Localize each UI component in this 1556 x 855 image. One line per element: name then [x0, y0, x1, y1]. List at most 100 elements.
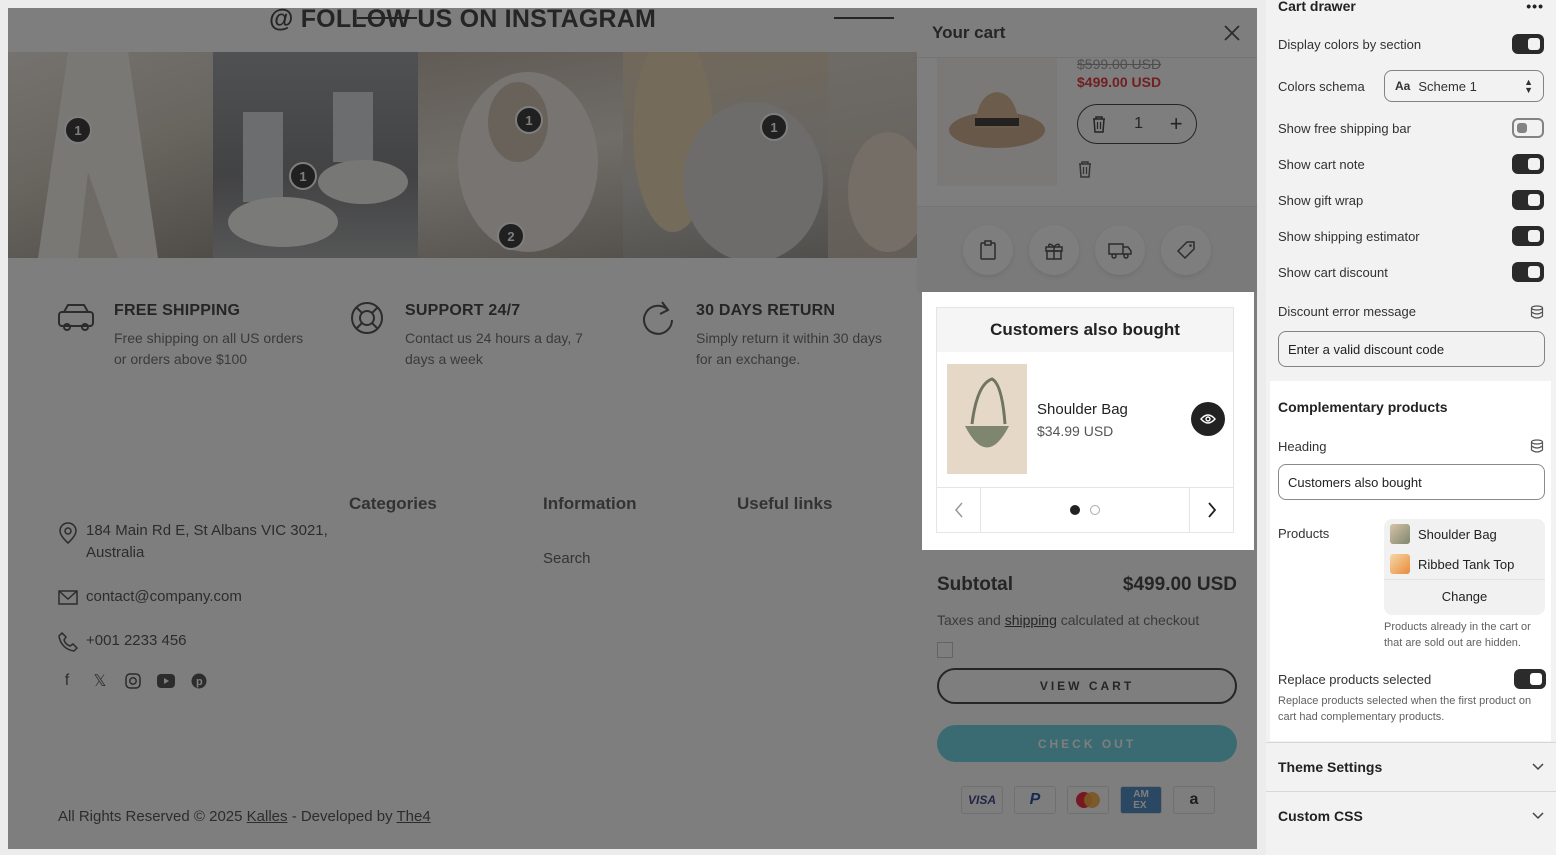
dynamic-source-icon[interactable] — [1530, 304, 1544, 319]
next-button[interactable] — [1189, 487, 1233, 533]
dynamic-source-icon[interactable] — [1530, 439, 1544, 453]
instagram-icon[interactable] — [124, 672, 142, 690]
return-icon — [643, 301, 673, 335]
close-icon[interactable] — [1222, 23, 1242, 43]
prev-button[interactable] — [937, 487, 981, 533]
instagram-photo[interactable]: 1 — [623, 52, 828, 258]
instagram-photo[interactable] — [828, 52, 917, 258]
quick-view-button[interactable] — [1191, 402, 1225, 436]
product-pin[interactable]: 1 — [64, 116, 92, 144]
setting-free-shipping-bar: Show free shipping bar — [1278, 118, 1544, 138]
quantity-value[interactable]: 1 — [1134, 115, 1143, 133]
gift-wrap-button[interactable] — [1029, 224, 1079, 275]
shipping-link[interactable]: shipping — [1005, 612, 1057, 628]
replace-setting-row: Replace products selected — [1278, 669, 1546, 689]
products-label: Products — [1278, 526, 1330, 541]
carousel-dot-active[interactable] — [1070, 505, 1080, 515]
cart-header: Your cart — [917, 8, 1257, 58]
location-pin-icon — [59, 522, 77, 544]
social-links: f 𝕏 p — [58, 672, 208, 690]
instagram-photo[interactable]: 1 2 — [418, 52, 623, 258]
setting-discount-error: Discount error message — [1278, 304, 1544, 319]
toggle-switch[interactable] — [1512, 190, 1544, 210]
heading-line-right — [834, 17, 894, 19]
footer-col-information: Information — [543, 494, 637, 513]
select-arrows-icon: ▲ ▼ — [1524, 77, 1533, 95]
subtotal-value: $499.00 USD — [1122, 574, 1237, 595]
setting-gift-wrap: Show gift wrap — [1278, 190, 1544, 210]
toggle-switch[interactable] — [1512, 34, 1544, 54]
discount-error-input[interactable]: Enter a valid discount code — [1278, 331, 1545, 367]
setting-label: Show free shipping bar — [1278, 120, 1411, 136]
setting-label: Colors schema — [1278, 78, 1365, 94]
x-twitter-icon[interactable]: 𝕏 — [91, 672, 109, 690]
pinterest-icon[interactable]: p — [190, 672, 208, 690]
section-label: Custom CSS — [1278, 807, 1363, 824]
tax-prefix: Taxes and — [937, 612, 1001, 628]
product-entry[interactable]: Shoulder Bag — [1384, 519, 1545, 549]
trash-icon[interactable] — [1091, 115, 1107, 133]
recommended-product: Shoulder Bag $34.99 USD — [947, 364, 1225, 474]
compare-at-price: $599.00 USD — [1077, 56, 1162, 72]
product-name[interactable]: Shoulder Bag — [1037, 401, 1128, 418]
product-pin[interactable]: 1 — [515, 106, 543, 134]
chevron-right-icon — [1207, 502, 1216, 518]
replace-help-text: Replace products selected when the first… — [1278, 695, 1532, 723]
product-thumbnail[interactable] — [947, 364, 1027, 474]
scheme-select[interactable]: Aa Scheme 1 ▲ ▼ — [1384, 70, 1544, 102]
chevron-down-icon — [1532, 811, 1544, 819]
feature-text: Simply return it within 30 days for an e… — [696, 330, 882, 367]
view-cart-button[interactable]: VIEW CART — [937, 668, 1237, 704]
payment-icons: VISA P AM EX a — [961, 786, 1215, 814]
heading-input[interactable]: Customers also bought — [1278, 464, 1545, 500]
product-pin[interactable]: 1 — [760, 113, 788, 141]
footer-link-search[interactable]: Search — [543, 550, 591, 567]
toggle-switch[interactable] — [1512, 118, 1544, 138]
setting-label: Display colors by section — [1278, 36, 1422, 52]
lifebuoy-icon — [351, 302, 383, 334]
checkout-button[interactable]: CHECK OUT — [937, 725, 1237, 762]
email-link[interactable]: contact@company.com — [86, 586, 242, 608]
remove-item-icon[interactable] — [1077, 160, 1093, 178]
developer-link[interactable]: The4 — [397, 808, 431, 825]
feature-return: 30 DAYS RETURN Simply return it within 30… — [638, 298, 896, 370]
facebook-icon[interactable]: f — [58, 672, 76, 690]
discount-button[interactable] — [1161, 224, 1211, 275]
toggle-switch[interactable] — [1512, 226, 1544, 246]
toggle-switch[interactable] — [1512, 262, 1544, 282]
mail-icon — [58, 590, 78, 605]
toggle-switch[interactable] — [1512, 154, 1544, 174]
sneakers-image — [228, 92, 408, 247]
custom-css-section[interactable]: Custom CSS — [1266, 791, 1556, 839]
instagram-photo[interactable]: 1 — [8, 52, 213, 258]
more-options-icon[interactable]: ••• — [1526, 0, 1544, 14]
complementary-products-block: Customers also bought Shoulder Bag $34.9… — [922, 292, 1254, 550]
product-price: $34.99 USD — [1037, 423, 1114, 439]
footer-email: contact@company.com — [58, 586, 242, 608]
chevron-down-icon — [1532, 762, 1544, 770]
change-products-button[interactable]: Change — [1384, 579, 1545, 613]
product-thumbnail[interactable] — [937, 58, 1057, 186]
feature-support: SUPPORT 24/7 Contact us 24 hours a day, 7… — [347, 298, 600, 370]
hand-image — [848, 132, 917, 252]
products-help-text: Products already in the cart or that are… — [1384, 621, 1531, 649]
youtube-icon[interactable] — [157, 672, 175, 690]
shipping-estimator-button[interactable] — [1095, 224, 1145, 275]
cart-note-button[interactable] — [963, 224, 1013, 275]
product-pin[interactable]: 2 — [497, 222, 525, 250]
theme-settings-section[interactable]: Theme Settings — [1266, 742, 1556, 790]
product-entry[interactable]: Ribbed Tank Top — [1384, 549, 1545, 579]
footer-col-categories: Categories — [349, 494, 437, 513]
visa-icon: VISA — [961, 786, 1003, 814]
toggle-switch[interactable] — [1514, 669, 1546, 689]
terms-checkbox[interactable] — [937, 642, 953, 658]
subtotal-row: Subtotal $499.00 USD — [937, 574, 1237, 596]
brand-link[interactable]: Kalles — [247, 808, 288, 825]
phone-link[interactable]: +001 2233 456 — [86, 630, 187, 652]
instagram-photo[interactable]: 1 — [213, 52, 418, 258]
product-pin[interactable]: 1 — [289, 162, 317, 190]
plus-icon[interactable]: + — [1170, 113, 1183, 135]
heading-line-left — [357, 17, 417, 19]
carousel-dot[interactable] — [1090, 505, 1100, 515]
amex-icon: AM EX — [1120, 786, 1162, 814]
